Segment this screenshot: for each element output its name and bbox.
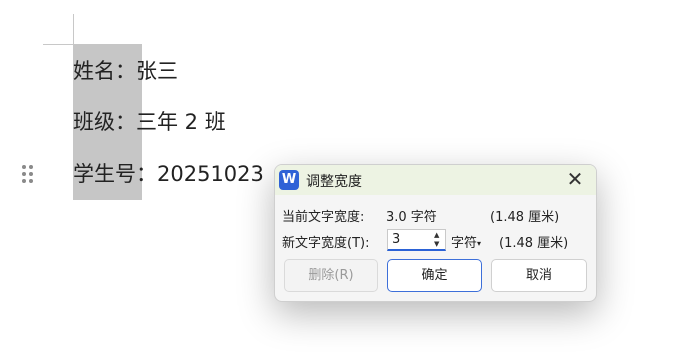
close-icon[interactable]: ✕ <box>564 168 586 190</box>
doc-line-class[interactable]: 班级：三年 2 班 <box>73 107 226 137</box>
doc-line-student[interactable]: 学生号：20251023 <box>73 159 264 189</box>
new-width-value: 3 <box>392 232 401 247</box>
student-label: 学生号： <box>73 162 157 186</box>
current-width-cm: (1.48 厘米) <box>490 210 560 225</box>
drag-handle-icon[interactable] <box>21 164 35 184</box>
cancel-button[interactable]: 取消 <box>491 259 587 292</box>
student-value: 20251023 <box>157 162 264 186</box>
ok-button[interactable]: 确定 <box>387 259 482 292</box>
new-width-input[interactable]: 3 ▲ ▼ <box>387 229 446 251</box>
delete-button[interactable]: 删除(R) <box>284 259 378 292</box>
class-label: 班级： <box>73 110 136 134</box>
dialog-title-bar[interactable]: W 调整宽度 ✕ <box>275 165 596 195</box>
current-width-value: 3.0 字符 <box>386 210 437 225</box>
margin-corner-horizontal <box>43 44 73 45</box>
unit-dropdown[interactable]: 字符▾ <box>451 232 481 251</box>
current-width-label: 当前文字宽度: <box>282 210 365 225</box>
new-width-label: 新文字宽度(T): <box>282 236 370 251</box>
spinner[interactable]: ▲ ▼ <box>432 231 444 249</box>
wps-writer-icon: W <box>279 170 299 190</box>
new-width-cm: (1.48 厘米) <box>499 236 569 251</box>
spin-down-icon[interactable]: ▼ <box>434 240 439 248</box>
class-value: 三年 2 班 <box>136 110 226 134</box>
spin-up-icon[interactable]: ▲ <box>434 231 439 239</box>
name-value: 张三 <box>136 59 178 83</box>
chevron-down-icon: ▾ <box>477 239 482 248</box>
doc-line-name[interactable]: 姓名：张三 <box>73 56 178 86</box>
adjust-width-dialog: W 调整宽度 ✕ 当前文字宽度: 3.0 字符 (1.48 厘米) 新文字宽度(… <box>274 164 597 302</box>
dialog-title: 调整宽度 <box>306 174 362 190</box>
unit-label: 字符 <box>451 236 478 251</box>
name-label: 姓名： <box>73 59 136 83</box>
margin-corner-vertical <box>73 14 74 44</box>
